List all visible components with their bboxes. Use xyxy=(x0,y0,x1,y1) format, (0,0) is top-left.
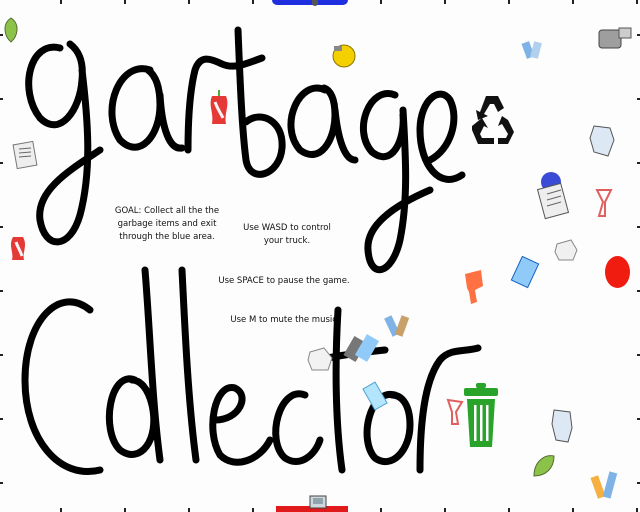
paper-item-icon xyxy=(12,140,38,170)
carton-item-icon-3 xyxy=(362,381,388,411)
goal-text: GOAL: Collect all the the garbage items … xyxy=(114,206,220,242)
crumpled-paper-item-icon-3 xyxy=(307,347,333,371)
carton-item-icon-2 xyxy=(343,334,380,363)
leaf-item-icon xyxy=(4,17,18,43)
move-instructions-text: Use WASD to control your truck. xyxy=(243,223,331,246)
crumpled-paper-item-icon-4 xyxy=(551,409,573,443)
lemon-item-icon xyxy=(332,44,356,68)
crumpled-paper-item-icon xyxy=(589,125,615,157)
apple-core-item-icon xyxy=(210,90,228,124)
can-item-icon xyxy=(598,27,632,49)
bottles-item-icon-3 xyxy=(590,471,618,499)
pause-instructions-text: Use SPACE to pause the game. xyxy=(218,276,350,286)
leaf-item-icon-2 xyxy=(533,455,555,477)
title-collector xyxy=(21,266,482,475)
red-ball-player[interactable] xyxy=(605,256,630,288)
bottles-item-icon xyxy=(521,41,542,59)
crumpled-paper-item-icon-2 xyxy=(554,239,578,261)
mute-instructions-text: Use M to mute the music. xyxy=(230,315,340,325)
glass-item-icon-3 xyxy=(446,398,464,425)
apple-core-item-icon-2 xyxy=(10,237,26,260)
newspaper-item-icon xyxy=(536,172,570,220)
glass-item-icon-2 xyxy=(465,270,483,304)
game-canvas[interactable]: GOAL: Collect all the the garbage items … xyxy=(0,0,640,512)
glass-item-icon xyxy=(595,189,613,217)
carton-item-icon xyxy=(510,255,540,289)
bottles-item-icon-2 xyxy=(384,315,410,337)
recycle-icon xyxy=(472,96,514,144)
